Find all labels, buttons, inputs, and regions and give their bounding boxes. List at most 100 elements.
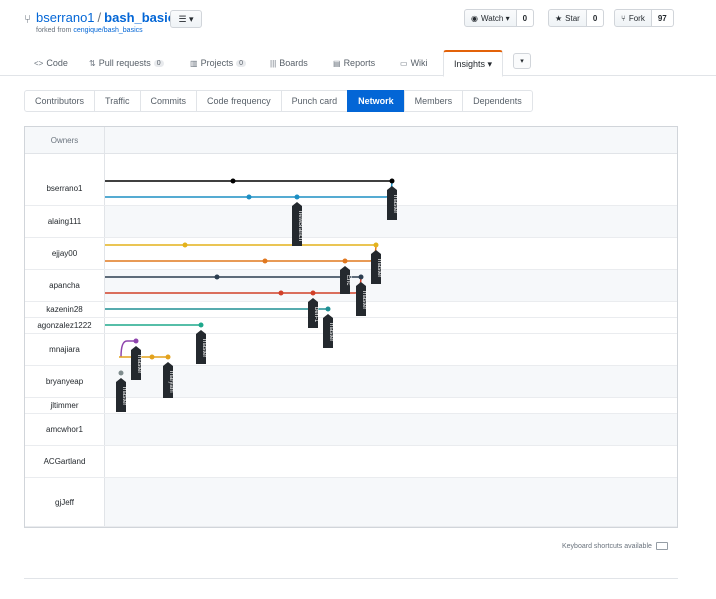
footer-divider bbox=[24, 578, 678, 579]
tab-counter: 0 bbox=[236, 59, 246, 67]
owners-header: Owners bbox=[25, 127, 105, 154]
commit-dot bbox=[310, 290, 316, 296]
tab-label: Pull requests bbox=[98, 58, 151, 68]
commit-dot bbox=[133, 338, 139, 344]
branch-label-tag: master bbox=[323, 314, 334, 348]
branch-label-text: master bbox=[392, 195, 398, 213]
subnav-members[interactable]: Members bbox=[403, 90, 464, 112]
subnav-commits[interactable]: Commits bbox=[139, 90, 198, 112]
owner-name: mnajiara bbox=[25, 334, 105, 365]
subnav-contributors[interactable]: Contributors bbox=[24, 90, 96, 112]
repo-list-button[interactable]: ☰ ▾ bbox=[170, 10, 202, 28]
commit-dot bbox=[373, 242, 379, 248]
watch-button-group: ◉ Watch ▾ 0 bbox=[464, 9, 535, 27]
tab-pull-requests[interactable]: ⇅ Pull requests 0 bbox=[89, 50, 164, 76]
branch-label-text: master bbox=[201, 339, 207, 357]
branch-label-text: ben-1 bbox=[313, 307, 319, 323]
branch-label-text: maryam bbox=[168, 371, 174, 393]
keyboard-shortcuts-hint[interactable]: Keyboard shortcuts available bbox=[562, 542, 668, 550]
more-dropdown-button[interactable]: ▾ bbox=[513, 53, 531, 69]
tab-label: Wiki bbox=[410, 58, 428, 68]
owner-name: amcwhor1 bbox=[25, 414, 105, 445]
commit-dot bbox=[358, 274, 364, 280]
watch-button[interactable]: ◉ Watch ▾ bbox=[464, 9, 517, 27]
fork-icon: ⑂ bbox=[621, 13, 626, 23]
fork-label: Fork bbox=[628, 13, 645, 23]
branch-label-tag: newBranch bbox=[292, 202, 303, 246]
keyboard-icon bbox=[655, 542, 668, 550]
commit-dot bbox=[278, 290, 284, 296]
tab-label: Boards bbox=[279, 58, 308, 68]
star-button-group: ★ Star 0 bbox=[548, 9, 605, 27]
subnav-punch-card[interactable]: Punch card bbox=[280, 90, 349, 112]
owner-name: kazenin28 bbox=[25, 302, 105, 317]
branch-label-text: master bbox=[136, 355, 142, 373]
forked-from: forked from cengique/bash_basics bbox=[36, 27, 143, 34]
fork-count[interactable]: 97 bbox=[651, 9, 674, 27]
branch-label-tag: master bbox=[116, 378, 127, 412]
tab-label: Projects bbox=[200, 58, 234, 68]
commit-dot bbox=[214, 274, 220, 280]
tab-insights[interactable]: Insights ▾ bbox=[443, 50, 504, 77]
owner-name: bryanyeap bbox=[25, 366, 105, 397]
repo-title: bserrano1/bash_basics bbox=[36, 10, 182, 25]
book-icon: ▭ bbox=[400, 58, 408, 68]
branch-line bbox=[120, 340, 128, 358]
subnav-network[interactable]: Network bbox=[347, 90, 405, 112]
boards-icon: ||| bbox=[270, 58, 277, 68]
owner-name: alaing111 bbox=[25, 206, 105, 237]
watch-count[interactable]: 0 bbox=[516, 9, 535, 27]
branch-label-tag: ben-1 bbox=[308, 298, 319, 328]
eye-icon: ◉ bbox=[471, 13, 478, 23]
branch-label-text: master bbox=[121, 387, 127, 405]
commit-dot bbox=[118, 370, 124, 376]
project-icon: ▥ bbox=[190, 58, 198, 68]
commit-dot bbox=[165, 354, 171, 360]
path-separator: / bbox=[97, 10, 102, 25]
commit-dot bbox=[262, 258, 268, 264]
commit-dot bbox=[182, 242, 188, 248]
commit-dot bbox=[342, 258, 348, 264]
tab-boards[interactable]: ||| Boards bbox=[270, 50, 308, 76]
network-graph-canvas[interactable]: newBranch master master Eric master ben-… bbox=[105, 154, 677, 527]
subnav-traffic[interactable]: Traffic bbox=[94, 90, 141, 112]
star-button[interactable]: ★ Star bbox=[548, 9, 587, 27]
branch-label-tag: master bbox=[387, 186, 398, 220]
tab-projects[interactable]: ▥ Projects 0 bbox=[190, 50, 246, 76]
tab-code[interactable]: <> Code bbox=[34, 50, 68, 76]
tab-label: Insights ▾ bbox=[454, 58, 493, 69]
star-count[interactable]: 0 bbox=[586, 9, 605, 27]
repo-nav: <> Code ⇅ Pull requests 0 ▥ Projects 0 ||| Boa… bbox=[0, 50, 716, 77]
fork-button[interactable]: ⑂ Fork bbox=[614, 9, 652, 27]
owners-header-bar bbox=[25, 127, 677, 154]
branch-label-text: master bbox=[361, 291, 367, 309]
owner-name: jltimmer bbox=[25, 398, 105, 413]
watch-label: Watch ▾ bbox=[480, 13, 510, 23]
owner-name: bserrano1 bbox=[25, 154, 105, 205]
tab-reports[interactable]: ▤ Reports bbox=[333, 50, 375, 76]
branch-label-tag: master bbox=[371, 250, 382, 284]
network-graph[interactable]: Owners bserrano1 alaing111 ejjay00 apanc… bbox=[24, 126, 678, 528]
subnav-code-frequency[interactable]: Code frequency bbox=[196, 90, 282, 112]
branch-label-text: master bbox=[328, 323, 334, 341]
commit-dot bbox=[149, 354, 155, 360]
subnav-dependents[interactable]: Dependents bbox=[462, 90, 533, 112]
fork-button-group: ⑂ Fork 97 bbox=[614, 9, 674, 27]
commit-dot bbox=[325, 306, 331, 312]
owner-link[interactable]: bserrano1 bbox=[36, 10, 95, 25]
keyboard-shortcuts-text: Keyboard shortcuts available bbox=[562, 542, 652, 550]
code-icon: <> bbox=[34, 58, 44, 68]
forked-source-link[interactable]: cengique/bash_basics bbox=[73, 27, 142, 34]
commit-dot bbox=[294, 194, 300, 200]
tab-label: Code bbox=[46, 58, 68, 68]
tab-wiki[interactable]: ▭ Wiki bbox=[400, 50, 428, 76]
star-icon: ★ bbox=[555, 13, 563, 23]
owner-name: agonzalez1222 bbox=[25, 318, 105, 333]
star-label: Star bbox=[565, 13, 580, 23]
tab-counter: 0 bbox=[153, 59, 164, 67]
branch-label-text: master bbox=[376, 259, 382, 277]
branch-label-text: newBranch bbox=[297, 211, 303, 241]
repo-forked-icon: ⑂ bbox=[24, 12, 32, 26]
forked-prefix: forked from bbox=[36, 27, 74, 34]
branch-label-tag: Eric bbox=[340, 266, 351, 294]
